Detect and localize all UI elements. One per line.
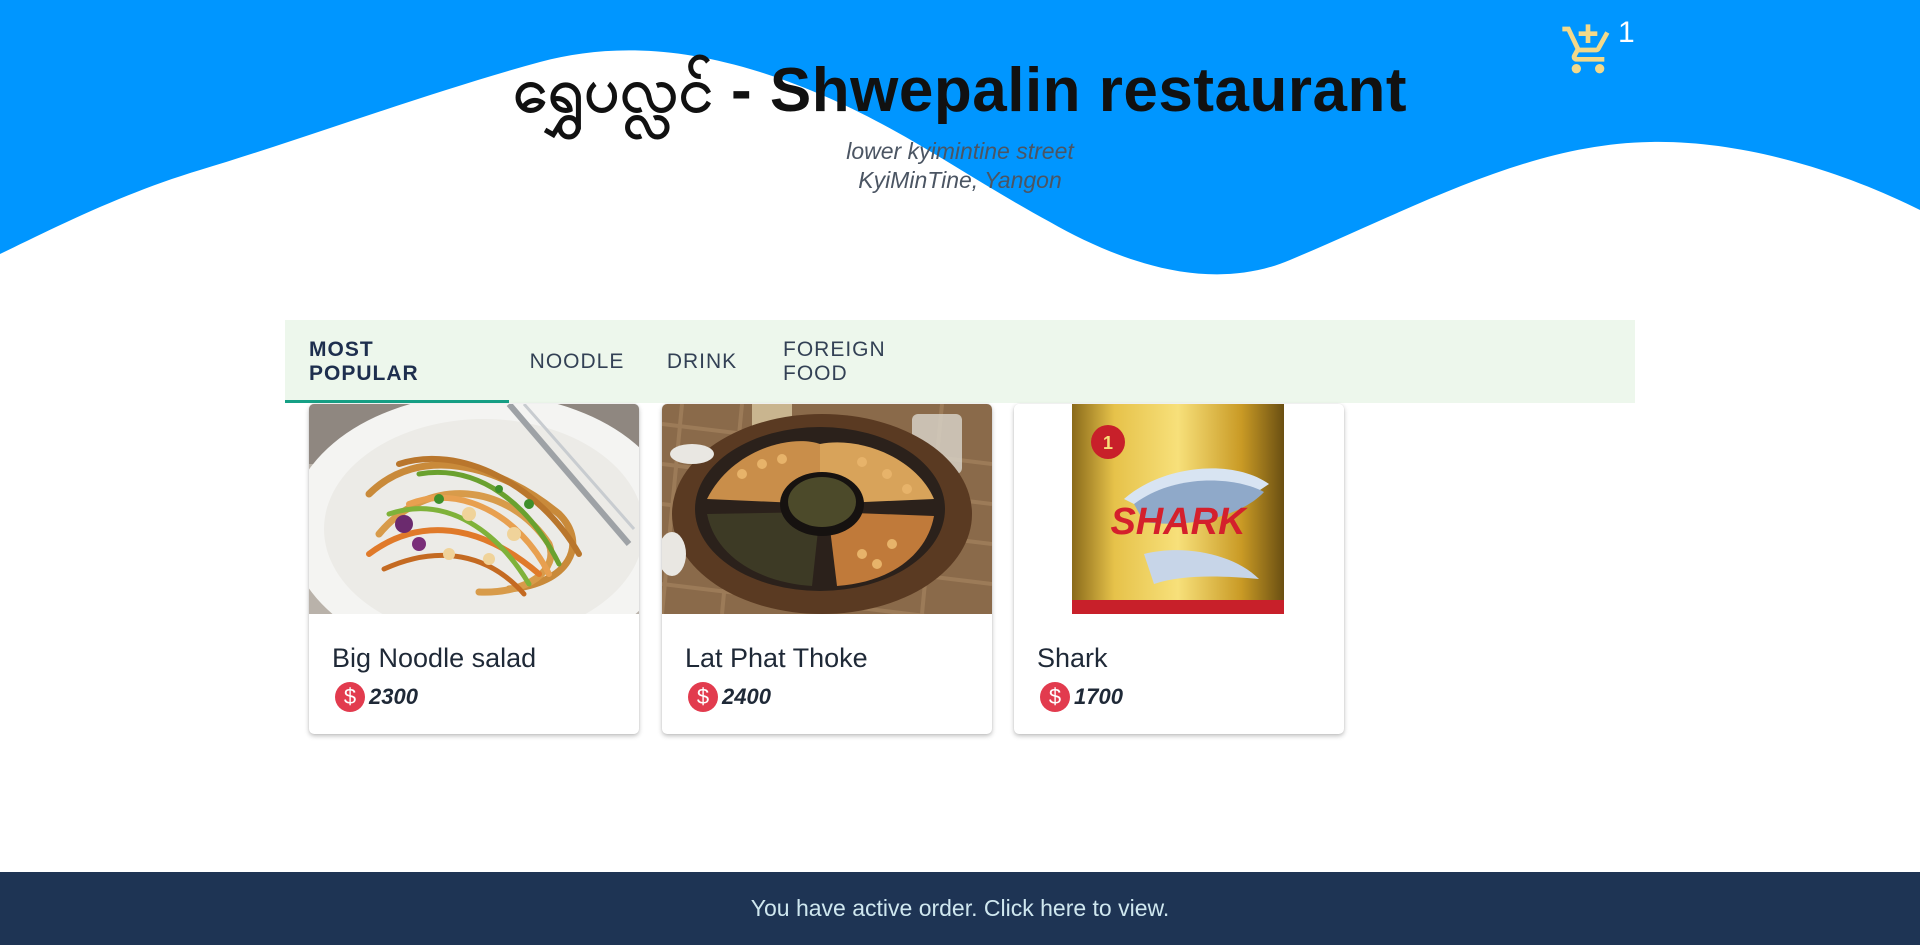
- menu-item-price: $ 2300: [335, 682, 418, 712]
- page: ရွှေပလ္လင် - Shwepalin restaurant lower …: [0, 0, 1920, 945]
- menu-card[interactable]: 1 SHARK Shark $ 1700: [1014, 404, 1344, 734]
- dollar-coin-icon: $: [335, 682, 365, 712]
- shark-drink-can-image: 1 SHARK: [1014, 404, 1344, 614]
- active-order-banner[interactable]: You have active order. Click here to vie…: [0, 872, 1920, 945]
- address-line-2: KyiMinTine, Yangon: [858, 167, 1062, 193]
- menu-card[interactable]: Big Noodle salad $ 2300: [309, 404, 639, 734]
- tab-noodle[interactable]: NOODLE: [509, 320, 645, 403]
- price-value: 1700: [1074, 684, 1123, 709]
- tab-most-popular[interactable]: MOST POPULAR: [285, 320, 509, 403]
- cart-button[interactable]: 1: [1556, 16, 1646, 82]
- svg-text:SHARK: SHARK: [1110, 501, 1248, 543]
- category-tabs: MOST POPULAR NOODLE DRINK FOREIGN FOOD: [285, 320, 1635, 403]
- tea-leaf-salad-image: [662, 404, 992, 614]
- noodle-salad-image: [309, 404, 639, 614]
- tab-drink[interactable]: DRINK: [645, 320, 759, 403]
- menu-item-name: Big Noodle salad: [332, 643, 537, 673]
- cart-plus-icon: [1562, 24, 1610, 74]
- address-line-1: lower kyimintine street: [846, 138, 1074, 164]
- cart-count-badge: 1: [1618, 16, 1635, 49]
- dollar-coin-icon: $: [688, 682, 718, 712]
- price-value: 2300: [369, 684, 418, 709]
- menu-item-name: Lat Phat Thoke: [685, 643, 868, 673]
- dollar-coin-icon: $: [1040, 682, 1070, 712]
- tab-foreign-food[interactable]: FOREIGN FOOD: [759, 320, 939, 403]
- svg-text:1: 1: [1103, 433, 1113, 453]
- restaurant-address: lower kyimintine street KyiMinTine, Yang…: [0, 137, 1920, 195]
- menu-item-name: Shark: [1037, 643, 1108, 673]
- menu-item-price: $ 1700: [1040, 682, 1123, 712]
- menu-card[interactable]: Lat Phat Thoke $ 2400: [662, 404, 992, 734]
- menu-item-price: $ 2400: [688, 682, 771, 712]
- price-value: 2400: [722, 684, 771, 709]
